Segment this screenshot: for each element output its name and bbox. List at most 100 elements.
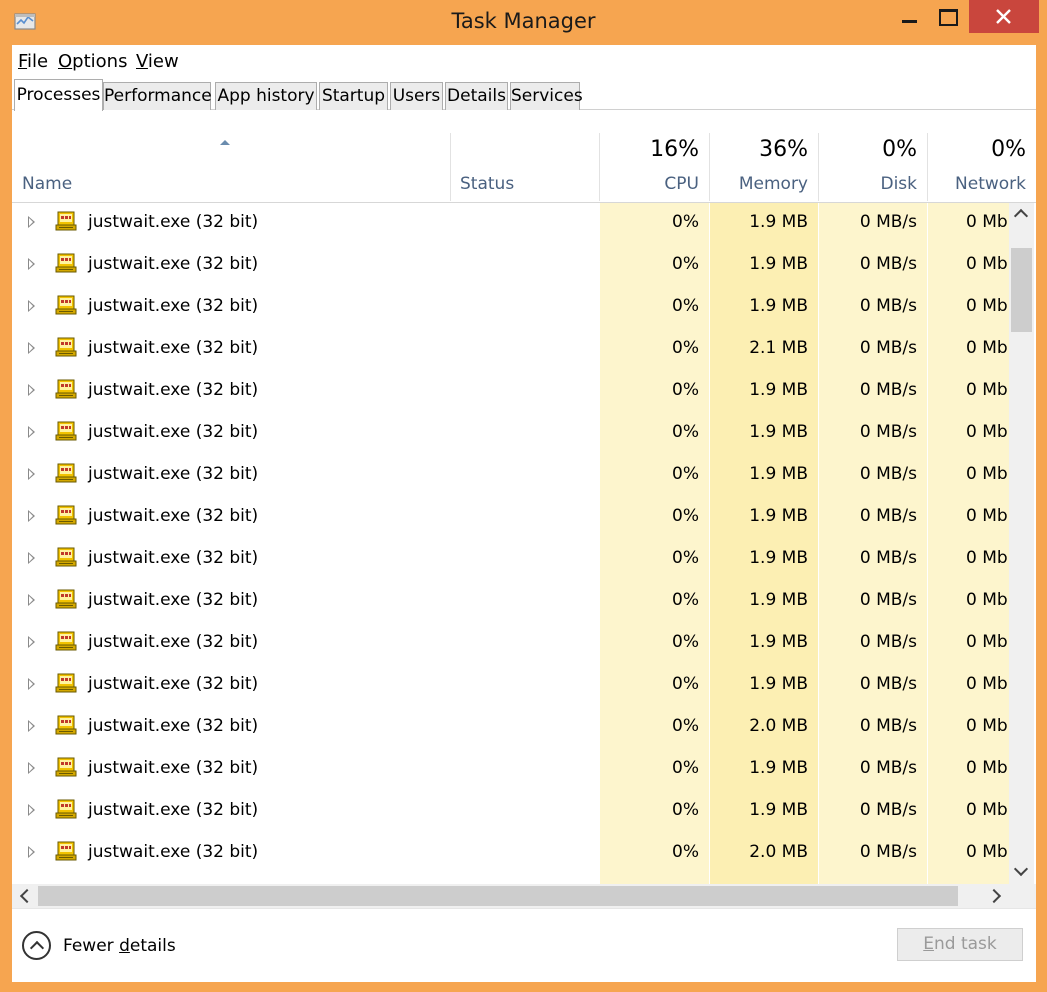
column-header-cpu[interactable]: 16% CPU bbox=[600, 133, 709, 203]
expand-arrow-icon[interactable] bbox=[28, 636, 35, 648]
process-icon bbox=[55, 630, 77, 652]
fewer-details-text-rest: etails bbox=[129, 936, 176, 956]
process-icon bbox=[55, 672, 77, 694]
tab-performance[interactable]: Performance bbox=[103, 82, 212, 110]
tab-services[interactable]: Services bbox=[510, 82, 583, 110]
process-row[interactable]: justwait.exe (32 bit) 0% 1.9 MB 0 MB/s 0 Mbp… bbox=[12, 413, 1009, 455]
tab-processes[interactable]: Processes bbox=[14, 79, 103, 111]
end-task-accel: E bbox=[923, 934, 934, 954]
sort-ascending-icon bbox=[220, 140, 230, 145]
process-network: 0 Mbps bbox=[966, 506, 1009, 526]
process-icon bbox=[55, 210, 77, 232]
process-memory: 1.9 MB bbox=[749, 632, 808, 652]
process-memory: 2.1 MB bbox=[749, 338, 808, 358]
process-name: justwait.exe (32 bit) bbox=[88, 506, 259, 526]
process-row[interactable]: justwait.exe (32 bit) 0% 1.9 MB 0 MB/s 0 Mbp… bbox=[12, 455, 1009, 497]
vertical-scroll-thumb[interactable] bbox=[1011, 248, 1032, 332]
expand-arrow-icon[interactable] bbox=[28, 384, 35, 396]
column-network-label: Network bbox=[955, 174, 1026, 194]
column-header-network[interactable]: 0% Network bbox=[928, 133, 1036, 203]
tab-startup[interactable]: Startup bbox=[319, 82, 388, 110]
expand-arrow-icon[interactable] bbox=[28, 720, 35, 732]
close-button[interactable] bbox=[969, 0, 1039, 33]
process-row[interactable]: justwait.exe (32 bit) 0% 1.9 MB 0 MB/s 0 Mbp… bbox=[12, 749, 1009, 791]
tab-users[interactable]: Users bbox=[390, 82, 443, 110]
process-network: 0 Mbps bbox=[966, 842, 1009, 862]
process-row[interactable]: justwait.exe (32 bit) 0% 1.9 MB 0 MB/s 0 Mbp… bbox=[12, 665, 1009, 707]
expand-arrow-icon[interactable] bbox=[28, 216, 35, 228]
expand-arrow-icon[interactable] bbox=[28, 258, 35, 270]
vertical-scrollbar[interactable] bbox=[1009, 203, 1034, 884]
process-row[interactable]: justwait.exe (32 bit) 0% 1.9 MB 0 MB/s 0 Mbp… bbox=[12, 539, 1009, 581]
tab-app-history[interactable]: App history bbox=[215, 82, 317, 110]
process-row[interactable]: justwait.exe (32 bit) 0% 1.9 MB 0 MB/s 0 Mbp… bbox=[12, 203, 1009, 245]
process-row[interactable]: justwait.exe (32 bit) 0% 1.9 MB 0 MB/s 0 Mbp… bbox=[12, 287, 1009, 329]
process-row[interactable]: justwait.exe (32 bit) 0% 1.9 MB 0 MB/s 0 Mbp… bbox=[12, 245, 1009, 287]
scroll-right-icon[interactable] bbox=[985, 884, 1009, 908]
fewer-details-text: Fewer bbox=[63, 936, 120, 956]
process-name: justwait.exe (32 bit) bbox=[88, 296, 259, 316]
process-row[interactable]: justwait.exe (32 bit) 0% 2.0 MB 0 MB/s 0 Mbp… bbox=[12, 707, 1009, 749]
process-disk: 0 MB/s bbox=[859, 296, 917, 316]
expand-arrow-icon[interactable] bbox=[28, 762, 35, 774]
process-name: justwait.exe (32 bit) bbox=[88, 800, 259, 820]
footer-bar: Fewer details End task bbox=[12, 908, 1036, 982]
menu-file[interactable]: File bbox=[18, 51, 48, 72]
column-name-label: Name bbox=[22, 174, 73, 194]
expand-arrow-icon[interactable] bbox=[28, 468, 35, 480]
expand-arrow-icon[interactable] bbox=[28, 426, 35, 438]
process-row[interactable]: justwait.exe (32 bit) 0% 1.9 MB 0 MB/s 0 Mbp… bbox=[12, 623, 1009, 665]
expand-arrow-icon[interactable] bbox=[28, 594, 35, 606]
menu-view[interactable]: View bbox=[136, 51, 179, 72]
process-disk: 0 MB/s bbox=[859, 506, 917, 526]
process-row[interactable]: justwait.exe (32 bit) 0% 2.0 MB 0 MB/s 0 Mbp… bbox=[12, 833, 1009, 875]
scroll-up-icon[interactable] bbox=[1009, 203, 1034, 227]
process-disk: 0 MB/s bbox=[859, 716, 917, 736]
expand-arrow-icon[interactable] bbox=[28, 510, 35, 522]
process-disk: 0 MB/s bbox=[859, 380, 917, 400]
scroll-left-icon[interactable] bbox=[12, 884, 36, 908]
process-icon bbox=[55, 756, 77, 778]
expand-arrow-icon[interactable] bbox=[28, 300, 35, 312]
process-memory: 1.9 MB bbox=[749, 422, 808, 442]
process-memory: 1.9 MB bbox=[749, 296, 808, 316]
column-header-name[interactable]: Name bbox=[12, 133, 450, 203]
end-task-button[interactable]: End task bbox=[897, 928, 1023, 961]
column-header-memory[interactable]: 36% Memory bbox=[710, 133, 818, 203]
process-row[interactable]: justwait.exe (32 bit) 0% 1.9 MB 0 MB/s 0 Mbp… bbox=[12, 371, 1009, 413]
client-area: File Options View Processes Performance … bbox=[12, 45, 1036, 982]
fewer-details-button[interactable]: Fewer details bbox=[22, 931, 192, 963]
process-icon bbox=[55, 546, 77, 568]
process-name: justwait.exe (32 bit) bbox=[88, 422, 259, 442]
process-cpu: 0% bbox=[672, 212, 699, 232]
process-name: justwait.exe (32 bit) bbox=[88, 548, 259, 568]
horizontal-scroll-thumb[interactable] bbox=[38, 886, 958, 906]
process-cpu: 0% bbox=[672, 758, 699, 778]
process-row[interactable]: justwait.exe (32 bit) 0% 1.9 MB 0 MB/s 0 Mbp… bbox=[12, 581, 1009, 623]
scroll-down-icon[interactable] bbox=[1009, 860, 1034, 884]
menu-options[interactable]: Options bbox=[58, 51, 127, 72]
tab-strip: Processes Performance App history Startu… bbox=[12, 79, 1036, 111]
expand-arrow-icon[interactable] bbox=[28, 804, 35, 816]
process-cpu: 0% bbox=[672, 338, 699, 358]
column-header-status[interactable]: Status bbox=[451, 133, 599, 203]
expand-arrow-icon[interactable] bbox=[28, 342, 35, 354]
horizontal-scrollbar[interactable] bbox=[12, 884, 1036, 908]
title-bar[interactable]: Task Manager bbox=[0, 0, 1047, 46]
process-icon bbox=[55, 840, 77, 862]
expand-arrow-icon[interactable] bbox=[28, 552, 35, 564]
process-row[interactable]: justwait.exe (32 bit) 0% 2.1 MB 0 MB/s 0 Mbp… bbox=[12, 329, 1009, 371]
process-disk: 0 MB/s bbox=[859, 758, 917, 778]
column-header-disk[interactable]: 0% Disk bbox=[819, 133, 927, 203]
process-icon bbox=[55, 378, 77, 400]
process-row[interactable]: justwait.exe (32 bit) 0% 1.9 MB 0 MB/s 0 Mbp… bbox=[12, 497, 1009, 539]
maximize-button[interactable] bbox=[922, 0, 974, 33]
tab-details[interactable]: Details bbox=[445, 82, 508, 110]
process-disk: 0 MB/s bbox=[859, 254, 917, 274]
expand-arrow-icon[interactable] bbox=[28, 846, 35, 858]
process-cpu: 0% bbox=[672, 296, 699, 316]
process-disk: 0 MB/s bbox=[859, 632, 917, 652]
process-row[interactable]: justwait.exe (32 bit) 0% 1.9 MB 0 MB/s 0 Mbp… bbox=[12, 791, 1009, 833]
process-list[interactable]: justwait.exe (32 bit) 0% 1.9 MB 0 MB/s 0 Mbp… bbox=[12, 203, 1009, 884]
expand-arrow-icon[interactable] bbox=[28, 678, 35, 690]
